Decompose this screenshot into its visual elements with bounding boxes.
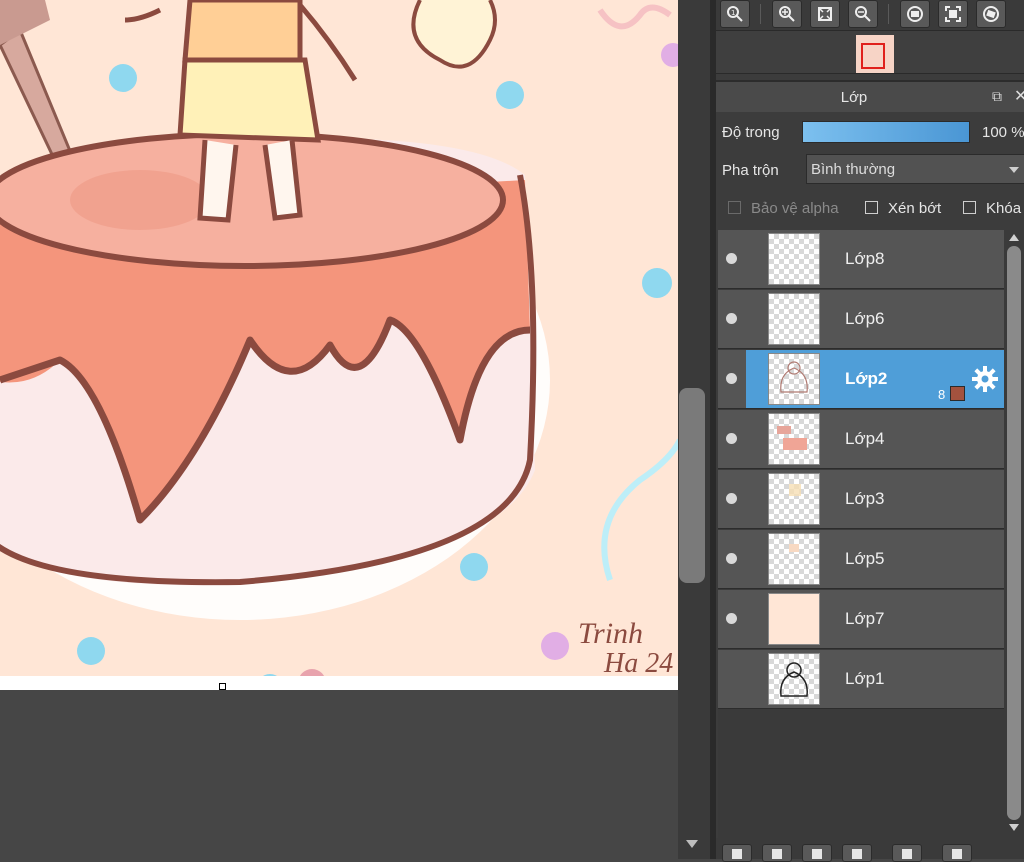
zoom-in-icon[interactable] [772,0,802,28]
popout-icon[interactable]: ⧉ [992,88,1002,105]
new-1bit-layer-icon[interactable] [802,844,832,862]
layer-row[interactable]: Lớp1 [718,650,1004,709]
view-toolbar: 1 [716,0,1024,30]
layer-name: Lớp1 [845,669,885,688]
layer-color-swatch[interactable] [950,386,965,401]
layer-row[interactable]: Lớp4 [718,410,1004,469]
new-halftone-layer-icon[interactable] [762,844,792,862]
visibility-toggle-icon[interactable] [726,613,737,624]
layer-row[interactable]: Lớp7 [718,590,1004,649]
new-layer-icon[interactable] [722,844,752,862]
visibility-toggle-icon[interactable] [726,493,737,504]
protect-alpha-checkbox[interactable] [728,201,741,214]
svg-text:1: 1 [731,9,735,17]
scroll-down-arrow-icon[interactable] [1009,824,1019,831]
opacity-slider[interactable] [802,121,970,143]
layer-name: Lớp2 [845,369,888,388]
zoom-actual-icon[interactable]: 1 [720,0,750,28]
layer-thumbnail [768,593,820,645]
scrollbar-thumb[interactable] [679,388,705,583]
navigator-thumbnail[interactable] [856,35,894,73]
visibility-toggle-icon[interactable] [726,253,737,264]
lock-checkbox[interactable] [963,201,976,214]
layer-row[interactable]: Lớp5 [718,530,1004,589]
chevron-down-icon [1009,167,1019,173]
artwork[interactable]: Trinh Ha 24 [0,0,678,690]
right-panel: 1 Lớp ⧉ ✕ Độ trong 100 % Pha trộn Bình t… [716,0,1024,862]
opacity-label: Độ trong [722,124,780,141]
layer-thumbnail [768,353,820,405]
clipping-label: Xén bớt [888,200,942,217]
layer-list: Lớp8 Lớp6 Lớp2 8 Lớp4 Lớp3 Lớp5 Lớp7 Lớp… [718,230,1004,838]
layer-row-selected[interactable]: Lớp2 8 [718,350,1004,409]
visibility-toggle-icon[interactable] [726,313,737,324]
blend-mode-label: Pha trộn [722,162,779,179]
layer-thumbnail [768,413,820,465]
layer-row[interactable]: Lớp8 [718,230,1004,289]
cake-illustration: Trinh Ha 24 [0,0,678,690]
close-icon[interactable]: ✕ [1014,86,1024,106]
visibility-toggle-icon[interactable] [726,553,737,564]
layer-panel-header: Lớp ⧉ ✕ [716,80,1024,112]
gear-icon[interactable] [972,366,998,392]
lock-label: Khóa [986,200,1022,217]
layer-thumbnail [768,533,820,585]
clipping-checkbox[interactable] [865,201,878,214]
layer-name: Lớp4 [845,429,885,448]
fit-screen-icon[interactable] [810,0,840,28]
layer-row[interactable]: Lớp3 [718,470,1004,529]
navigator-viewport-frame[interactable] [861,43,885,69]
layer-name: Lớp5 [845,549,885,568]
layer-thumbnail [768,233,820,285]
layer-name: Lớp7 [845,609,885,628]
fullscreen-icon[interactable] [938,0,968,28]
signature-text-2: Ha 24 [603,648,673,679]
layer-panel-title: Lớp [840,89,868,106]
visibility-toggle-icon[interactable] [726,433,737,444]
zoom-out-icon[interactable] [848,0,878,28]
scroll-up-arrow-icon[interactable] [1009,234,1019,241]
opacity-value: 100 % [982,124,1024,141]
canvas-edge [0,676,678,690]
scroll-down-arrow-icon[interactable] [686,840,698,848]
cursor-icon [219,683,226,690]
blend-mode-select[interactable]: Bình thường [806,154,1024,184]
signature-text-1: Trinh [578,617,643,650]
layer-thumbnail [768,473,820,525]
duplicate-layer-icon[interactable] [942,844,972,862]
layer-name: Lớp6 [845,309,885,328]
canvas-vertical-scrollbar[interactable] [678,0,710,859]
layer-actions-bar [716,838,1024,862]
blend-mode-value: Bình thường [811,161,896,178]
layer-thumbnail [768,653,820,705]
layer-name: Lớp3 [845,489,885,508]
rotate-right-icon[interactable] [976,0,1006,28]
layer-row[interactable]: Lớp6 [718,290,1004,349]
layer-name: Lớp8 [845,249,885,268]
new-folder-icon[interactable] [892,844,922,862]
layer-list-scrollbar[interactable] [1004,230,1024,838]
rotate-left-icon[interactable] [900,0,930,28]
visibility-toggle-icon[interactable] [726,373,737,384]
navigator-preview[interactable] [716,30,1024,74]
clip-count: 8 [938,387,946,402]
visibility-toggle-off[interactable] [718,650,746,708]
layer-list-scroll-thumb[interactable] [1007,246,1021,820]
new-8bit-layer-icon[interactable] [842,844,872,862]
drawing-canvas[interactable]: Trinh Ha 24 [0,0,678,859]
layer-thumbnail [768,293,820,345]
protect-alpha-label: Bảo vệ alpha [751,200,839,217]
